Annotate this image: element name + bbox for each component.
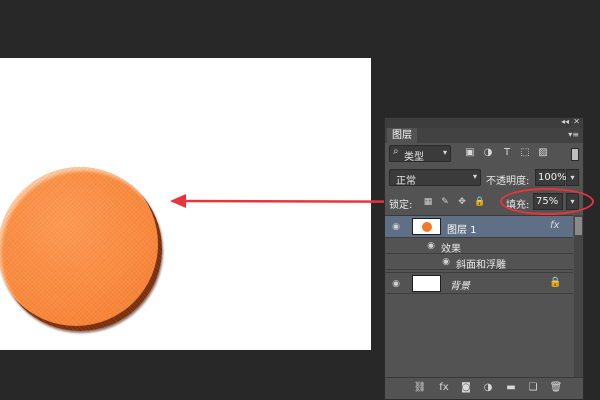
photoshop-workspace: ◂◂ ✕ 图层 ▾≡ ⌕ 类型 ▾ ▣ ◑ T ⬚ ▨ 正常 ▾ 不透明度: 1… xyxy=(0,0,600,400)
layers-scrollbar[interactable] xyxy=(574,215,583,377)
layer-thumbnail xyxy=(412,275,441,292)
eye-icon[interactable]: ◉ xyxy=(390,221,402,233)
chevron-down-icon: ▾ xyxy=(472,172,477,181)
close-icon[interactable]: ✕ xyxy=(573,117,580,126)
lock-pixels-icon[interactable]: ✎ xyxy=(440,196,450,208)
tab-layers[interactable]: 图层 xyxy=(387,128,417,143)
lock-all-icon[interactable]: 🔒 xyxy=(474,196,485,208)
lock-row: 锁定: ▦ ✎ ✥ 🔒 填充: 75% ▾ xyxy=(385,188,594,215)
pixel-filter-icon[interactable]: ▣ xyxy=(464,147,476,159)
layers-list: ◉ 图层 1 fx ◉ 效果 ◉ 斜面和浮雕 ◉ 背景 🔒 xyxy=(385,215,573,377)
collapse-icon[interactable]: ◂◂ xyxy=(561,117,569,126)
lock-position-icon[interactable]: ✥ xyxy=(457,196,467,208)
filter-row: ⌕ 类型 ▾ ▣ ◑ T ⬚ ▨ xyxy=(385,145,583,165)
add-mask-icon[interactable]: ◙ xyxy=(459,381,473,395)
filter-kind-label: 类型 xyxy=(404,152,424,163)
opacity-label: 不透明度: xyxy=(486,176,530,187)
adjustment-layer-icon[interactable]: ◑ xyxy=(481,381,495,395)
layer-thumbnail xyxy=(412,218,441,235)
search-icon: ⌕ xyxy=(393,146,399,157)
panel-tab-row: 图层 ▾≡ xyxy=(385,128,583,143)
circle-texture xyxy=(0,167,162,331)
panel-topbar: ◂◂ ✕ xyxy=(385,117,583,128)
thumbnail-circle xyxy=(422,222,432,232)
filter-kind-select[interactable]: ⌕ 类型 ▾ xyxy=(389,145,451,163)
layer-name[interactable]: 图层 1 xyxy=(447,221,477,236)
fx-icon[interactable]: fx xyxy=(550,220,559,231)
fill-highlight-ellipse xyxy=(500,188,594,215)
filter-toggle[interactable] xyxy=(571,148,579,161)
new-layer-icon[interactable]: ❏ xyxy=(526,381,540,395)
eye-icon[interactable]: ◉ xyxy=(440,256,452,268)
embossed-orange-circle[interactable] xyxy=(0,167,162,331)
type-filter-icon[interactable]: T xyxy=(501,147,513,159)
eye-icon[interactable]: ◉ xyxy=(390,278,402,290)
bevel-emboss-row[interactable]: ◉ 斜面和浮雕 xyxy=(385,254,573,271)
effects-label: 效果 xyxy=(441,244,461,255)
lock-transparency-icon[interactable]: ▦ xyxy=(423,196,433,208)
panel-menu-icon[interactable]: ▾≡ xyxy=(568,130,579,139)
document-canvas[interactable] xyxy=(0,58,371,350)
blend-mode-select[interactable]: 正常 ▾ xyxy=(389,169,481,187)
layer-name[interactable]: 背景 xyxy=(450,277,470,292)
panel-bottom-bar: ⛓ fx ◙ ◑ ▬ ❏ 🗑 xyxy=(385,377,583,399)
opacity-slider-toggle[interactable]: ▾ xyxy=(566,169,579,186)
lock-label: 锁定: xyxy=(389,200,413,211)
add-style-icon[interactable]: fx xyxy=(437,381,451,395)
smart-object-filter-icon[interactable]: ▨ xyxy=(537,147,549,159)
scrollbar-thumb[interactable] xyxy=(575,217,582,235)
trash-icon[interactable]: 🗑 xyxy=(549,381,563,395)
link-layers-icon[interactable]: ⛓ xyxy=(413,381,427,395)
new-group-icon[interactable]: ▬ xyxy=(504,381,518,395)
blend-mode-value: 正常 xyxy=(396,176,416,187)
effects-row[interactable]: ◉ 效果 xyxy=(385,238,573,255)
eye-icon[interactable]: ◉ xyxy=(425,240,437,252)
chevron-down-icon: ▾ xyxy=(442,148,447,157)
blend-row: 正常 ▾ 不透明度: 100% ▾ xyxy=(385,169,583,189)
lock-icon: 🔒 xyxy=(549,277,562,288)
bevel-emboss-label: 斜面和浮雕 xyxy=(456,260,506,271)
opacity-field[interactable]: 100% xyxy=(535,169,567,186)
layers-panel: ◂◂ ✕ 图层 ▾≡ ⌕ 类型 ▾ ▣ ◑ T ⬚ ▨ 正常 ▾ 不透明度: 1… xyxy=(384,117,594,400)
layer-row-background[interactable]: ◉ 背景 🔒 xyxy=(385,272,573,294)
adjustment-filter-icon[interactable]: ◑ xyxy=(482,147,494,159)
shape-filter-icon[interactable]: ⬚ xyxy=(519,147,531,159)
layer-row-layer1[interactable]: ◉ 图层 1 fx xyxy=(385,216,573,238)
